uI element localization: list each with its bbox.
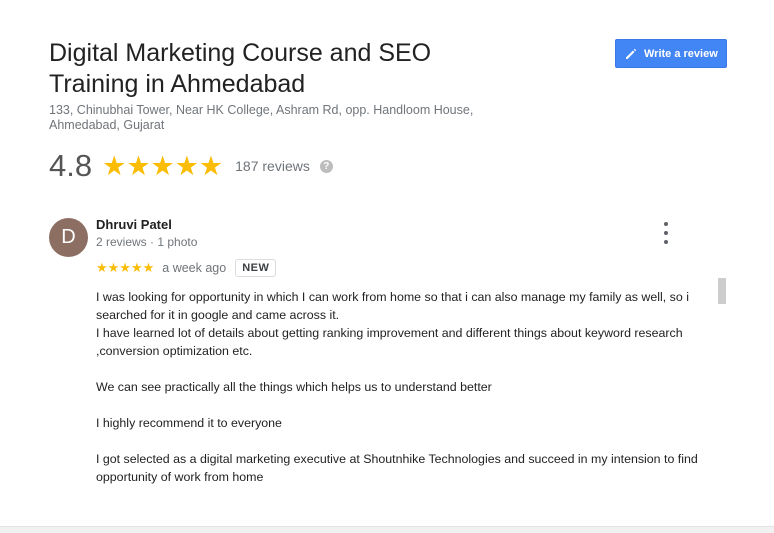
scrollbar-thumb[interactable] [718,278,726,304]
rating-summary: 4.8 ★★★★★ 187 reviews ? [49,148,333,184]
rating-value: 4.8 [49,148,93,183]
business-address: 133, Chinubhai Tower, Near HK College, A… [49,103,474,132]
review-author-meta: 2 reviews · 1 photo [96,235,198,249]
write-review-button[interactable]: Write a review [615,39,727,68]
review-rating-row: ★★★★★ a week ago NEW [96,258,277,278]
review-time: a week ago [162,261,227,275]
rating-stars: ★★★★★ [102,151,224,181]
write-review-label: Write a review [644,47,718,60]
review-stars: ★★★★★ [96,260,155,275]
pencil-icon [624,47,638,61]
more-options-icon[interactable] [658,222,674,244]
review-author-name[interactable]: Dhruvi Patel [96,217,172,232]
reviews-count-link[interactable]: 187 reviews [235,158,310,174]
avatar[interactable]: D [49,218,88,257]
new-badge: NEW [235,259,277,277]
review-text: I was looking for opportunity in which I… [96,290,698,484]
business-title: Digital Marketing Course and SEO Trainin… [49,39,432,98]
help-icon[interactable]: ? [319,159,333,173]
